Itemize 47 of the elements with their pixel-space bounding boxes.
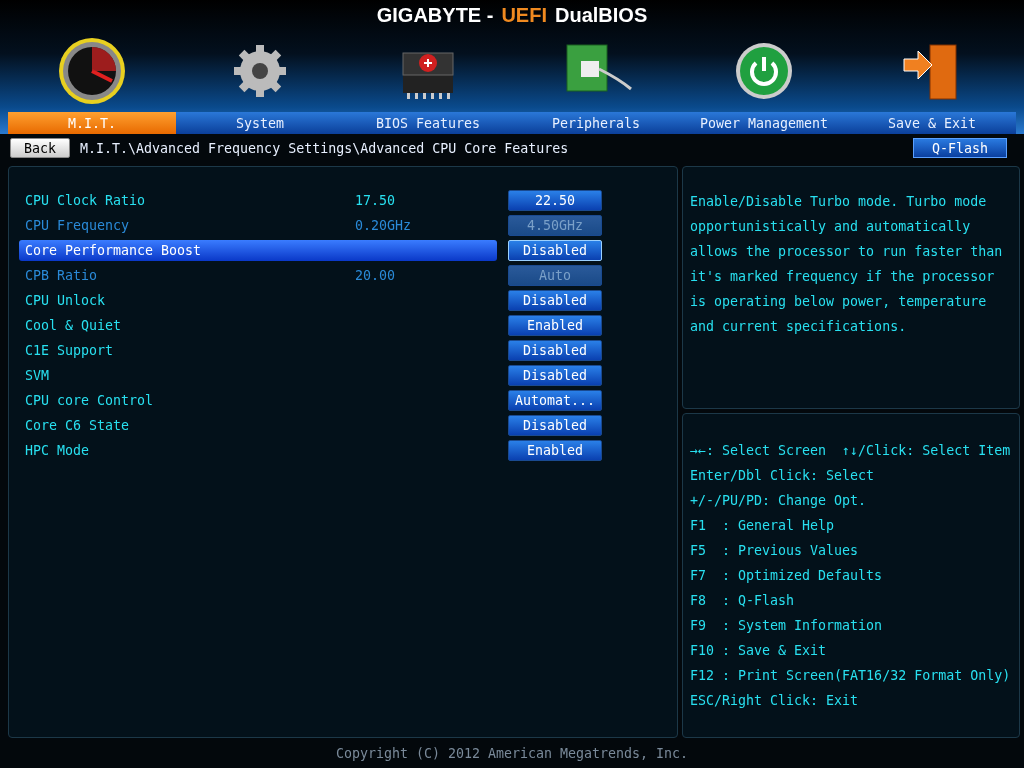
key-help-text: F8 : Q-Flash <box>690 593 795 608</box>
copyright-text: Copyright (C) 2012 American Megatrends, Inc. <box>335 745 689 761</box>
key-help-text: F7 : Optimized Defaults <box>690 568 883 583</box>
menu-tab[interactable]: Power Management <box>680 112 848 134</box>
menu-tab[interactable]: Peripherals <box>512 112 680 134</box>
key-help-text: F12 : Print Screen(FAT16/32 Format Only) <box>690 668 1011 683</box>
menu-tab[interactable]: System <box>176 112 344 134</box>
breadcrumb: M.I.T.\Advanced Frequency Settings\Advanced CPU Core Features <box>80 140 570 156</box>
key-help-text: ↑↓/Click: Select Item <box>842 443 1011 458</box>
speedometer-icon[interactable] <box>57 36 127 106</box>
setting-label[interactable]: CPU core Control <box>19 390 154 411</box>
setting-label[interactable]: Core C6 State <box>19 415 130 436</box>
title-text: GIGABYTE - <box>376 3 494 27</box>
key-help-text: F1 : General Help <box>690 518 835 533</box>
setting-value[interactable]: Disabled <box>508 240 602 261</box>
setting-value[interactable]: Enabled <box>508 440 602 461</box>
qflash-button[interactable]: Q-Flash <box>913 138 1007 158</box>
title-text: DualBIOS <box>555 3 648 27</box>
setting-label[interactable]: CPU Clock Ratio <box>19 190 146 211</box>
menu-tab[interactable]: Save & Exit <box>848 112 1016 134</box>
key-help-text: F10 : Save & Exit <box>690 643 827 658</box>
setting-label[interactable]: C1E Support <box>19 340 114 361</box>
current-value: 0.20GHz <box>355 218 413 233</box>
setting-value[interactable]: Enabled <box>508 315 602 336</box>
key-help-text: F9 : System Information <box>690 618 883 633</box>
key-help-text: +/-/PU/PD: Change Opt. <box>690 493 867 508</box>
title-accent: UEFI <box>501 3 547 27</box>
setting-label[interactable]: SVM <box>19 365 50 386</box>
setting-value[interactable]: Disabled <box>508 365 602 386</box>
setting-value[interactable]: Disabled <box>508 415 602 436</box>
setting-label[interactable]: Core Performance Boost <box>19 240 497 261</box>
current-value: 17.50 <box>355 193 397 208</box>
key-help-text: F5 : Previous Values <box>690 543 859 558</box>
back-button[interactable]: Back <box>10 138 70 158</box>
setting-label[interactable]: HPC Mode <box>19 440 90 461</box>
setting-value[interactable]: 22.50 <box>508 190 602 211</box>
setting-value[interactable]: Disabled <box>508 290 602 311</box>
setting-value[interactable]: Automat... <box>508 390 602 411</box>
help-text: Enable/Disable Turbo mode. Turbo mode opportunistically and automatically allows the processor to run faster than it's marked frequency if the processor is operating below power, temperature and current specifications. <box>690 193 1004 336</box>
current-value: 20.00 <box>355 268 397 283</box>
key-help-text: Enter/Dbl Click: Select <box>690 468 875 483</box>
setting-label[interactable]: Cool & Quiet <box>19 315 122 336</box>
setting-value[interactable]: Disabled <box>508 340 602 361</box>
menu-tab[interactable]: BIOS Features <box>344 112 512 134</box>
key-help-text: →←: Select Screen <box>690 443 827 458</box>
setting-label[interactable]: CPU Unlock <box>19 290 106 311</box>
key-help-text: ESC/Right Click: Exit <box>690 693 859 708</box>
